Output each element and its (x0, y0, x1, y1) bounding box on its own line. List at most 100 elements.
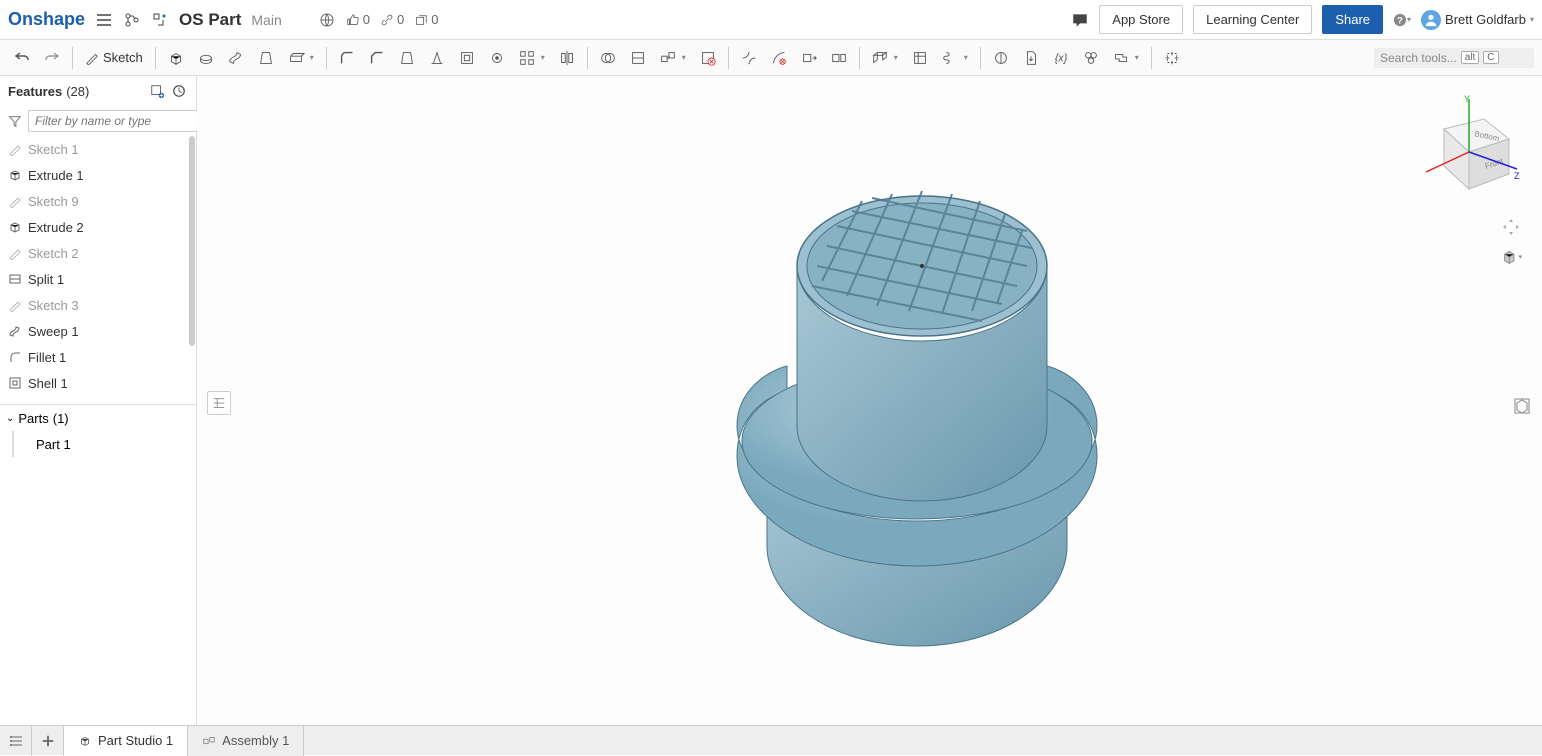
comment-icon[interactable] (1071, 11, 1089, 29)
view-arrows-icon[interactable] (1500, 216, 1522, 238)
parts-header[interactable]: ⌄ Parts (1) (0, 405, 196, 431)
main: Features (28) Sketch 1 Extrude 1Sketch 9 E… (0, 76, 1542, 725)
thicken-button[interactable] (282, 44, 310, 72)
shell-button[interactable] (453, 44, 481, 72)
extrude-button[interactable] (162, 44, 190, 72)
part-item[interactable]: Part 1 (12, 431, 196, 457)
fillet-button[interactable] (333, 44, 361, 72)
tab-assembly[interactable]: Assembly 1 (188, 726, 304, 756)
plane-button[interactable] (866, 44, 894, 72)
filter-icon[interactable] (8, 112, 22, 130)
import-button[interactable] (1017, 44, 1045, 72)
likes-count[interactable]: 0 (346, 12, 370, 27)
versions-icon[interactable] (123, 11, 141, 29)
feature-item[interactable]: Split 1 (0, 266, 196, 292)
user-menu[interactable]: Brett Goldfarb ▾ (1421, 10, 1534, 30)
add-tab-icon[interactable] (32, 726, 64, 756)
feature-filter-input[interactable] (28, 110, 199, 132)
part-studio-icon (78, 734, 92, 748)
hole-button[interactable] (483, 44, 511, 72)
view-cube-icon[interactable]: ▾ (1500, 246, 1522, 268)
feature-item[interactable]: Fillet 1 (0, 344, 196, 370)
rib-button[interactable] (423, 44, 451, 72)
revolve-button[interactable] (192, 44, 220, 72)
help-icon[interactable]: ?▾ (1393, 11, 1411, 29)
move-face-button[interactable] (795, 44, 823, 72)
feature-item[interactable]: Extrude 2 (0, 214, 196, 240)
tabbar: Part Studio 1 Assembly 1 (0, 725, 1542, 755)
insert-panel-icon[interactable] (1512, 396, 1534, 418)
configure-button[interactable] (1077, 44, 1105, 72)
feature-label: Extrude 2 (28, 220, 84, 235)
view-controls: ▾ (1500, 216, 1522, 268)
scrollbar-thumb[interactable] (189, 136, 195, 346)
modify-fillet-button[interactable] (735, 44, 763, 72)
feature-label: Sketch 3 (28, 298, 79, 313)
variable-button[interactable]: {x} (1047, 44, 1075, 72)
feature-label: Sketch 1 (28, 142, 79, 157)
dropdown-icon[interactable]: ▾ (1135, 53, 1143, 62)
menu-icon[interactable] (95, 11, 113, 29)
feature-item[interactable]: Sketch 2 (0, 240, 196, 266)
feature-item[interactable]: Sketch 3 (0, 292, 196, 318)
feature-item[interactable]: Sketch 1 (0, 136, 196, 162)
svg-text:Y: Y (1464, 94, 1470, 104)
logo[interactable]: Onshape (8, 9, 85, 30)
extrude-icon (8, 168, 22, 182)
panel-toggle-button[interactable] (207, 391, 231, 415)
document-version[interactable]: Main (251, 12, 281, 28)
dropdown-icon[interactable]: ▾ (310, 53, 318, 62)
sweep-button[interactable] (222, 44, 250, 72)
rollback-icon[interactable] (170, 82, 188, 100)
feature-item[interactable]: Sweep 1 (0, 318, 196, 344)
app-store-button[interactable]: App Store (1099, 5, 1183, 34)
feature-item[interactable]: Shell 1 (0, 370, 196, 396)
search-tools-input[interactable]: Search tools... alt C (1374, 48, 1534, 68)
sweep-icon (8, 324, 22, 338)
section-button[interactable] (987, 44, 1015, 72)
document-title[interactable]: OS Part (179, 10, 241, 30)
redo-button[interactable] (38, 44, 66, 72)
sheet-metal-button[interactable] (1107, 44, 1135, 72)
transform-button[interactable] (654, 44, 682, 72)
feature-list[interactable]: Sketch 1 Extrude 1Sketch 9 Extrude 2 Sketch… (0, 136, 196, 404)
dropdown-icon[interactable]: ▾ (964, 53, 972, 62)
tab-part-studio[interactable]: Part Studio 1 (64, 726, 188, 756)
features-header: Features (28) (0, 76, 196, 106)
part-3d-model[interactable] (627, 126, 1187, 686)
dropdown-icon[interactable]: ▾ (894, 53, 902, 62)
kbd-c: C (1483, 51, 1498, 64)
copies-count[interactable]: 0 (414, 12, 438, 27)
undo-button[interactable] (8, 44, 36, 72)
pattern-button[interactable] (513, 44, 541, 72)
chevron-down-icon: ⌄ (6, 413, 14, 424)
sketch-icon (8, 246, 22, 260)
feature-item[interactable]: Sketch 10 (0, 396, 196, 404)
helix-button[interactable] (936, 44, 964, 72)
view-cube[interactable]: Bottom Front Y Z (1414, 94, 1524, 204)
draft-button[interactable] (393, 44, 421, 72)
boolean-button[interactable] (594, 44, 622, 72)
insert-icon[interactable] (151, 11, 169, 29)
frame-button[interactable] (906, 44, 934, 72)
viewport-3d[interactable]: Bottom Front Y Z ▾ (197, 76, 1542, 725)
delete-face-button[interactable] (694, 44, 722, 72)
feature-item[interactable]: Sketch 9 (0, 188, 196, 214)
mirror-button[interactable] (553, 44, 581, 72)
replace-face-button[interactable] (825, 44, 853, 72)
learning-center-button[interactable]: Learning Center (1193, 5, 1312, 34)
share-button[interactable]: Share (1322, 5, 1383, 34)
links-count[interactable]: 0 (380, 12, 404, 27)
globe-icon[interactable] (318, 11, 336, 29)
loft-button[interactable] (252, 44, 280, 72)
custom-feature-button[interactable] (1158, 44, 1186, 72)
dropdown-icon[interactable]: ▾ (541, 53, 549, 62)
feature-item[interactable]: Extrude 1 (0, 162, 196, 188)
tab-manager-icon[interactable] (0, 726, 32, 756)
add-feature-icon[interactable] (148, 82, 166, 100)
sketch-button[interactable]: Sketch (79, 44, 149, 72)
delete-fillet-button[interactable] (765, 44, 793, 72)
dropdown-icon[interactable]: ▾ (682, 53, 690, 62)
chamfer-button[interactable] (363, 44, 391, 72)
split-button[interactable] (624, 44, 652, 72)
